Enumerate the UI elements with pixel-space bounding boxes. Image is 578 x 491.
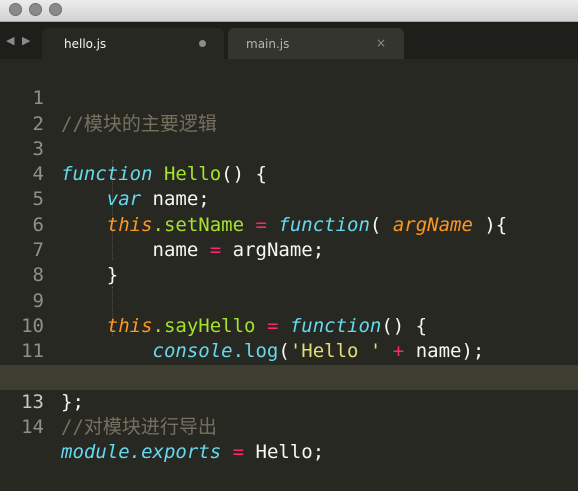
tab-main-js[interactable]: main.js × (228, 28, 404, 59)
tab-label: hello.js (64, 37, 107, 51)
tab-label: main.js (246, 37, 290, 51)
code-line-11: 11 }; (0, 314, 578, 387)
comment: //对模块进行导出 (61, 416, 217, 439)
code-line-6: 6 name = argName; (0, 188, 578, 261)
close-window-button[interactable] (9, 3, 22, 16)
line-number: 14 (21, 416, 44, 439)
tab-hello-js[interactable]: hello.js (42, 28, 224, 59)
minimize-window-button[interactable] (29, 3, 42, 16)
code-line-8: 8 (0, 238, 578, 286)
tab-bar: ◀ ▶ hello.js main.js × (0, 22, 578, 59)
unsaved-dot-icon[interactable] (199, 40, 206, 47)
code-line-4: 4 var name; (0, 137, 578, 210)
zoom-window-button[interactable] (49, 3, 62, 16)
code-line-5: 5 this.setName = function( argName ){ (0, 162, 578, 235)
code-line-7: 7 } (0, 213, 578, 286)
code-line-9: 9 this.sayHello = function() { (0, 263, 578, 337)
code-editor[interactable]: 1 //模块的主要逻辑 2 3 function Hello() { 4 var… (0, 59, 578, 463)
code-line-13-current: 13 //对模块进行导出 (0, 364, 578, 438)
code-line-1: 1 //模块的主要逻辑 (0, 61, 578, 134)
property-name: .exports (129, 441, 222, 464)
object-name: module (61, 441, 130, 464)
code-line-14: 14 module.exports = Hello; (0, 390, 578, 463)
code-line-2: 2 (0, 86, 578, 135)
forward-arrow-icon[interactable]: ▶ (22, 34, 30, 47)
window-titlebar (0, 0, 578, 22)
close-tab-icon[interactable]: × (376, 36, 386, 50)
code-line-10: 10 console.log('Hello ' + name); (0, 289, 578, 362)
code-text: Hello; (255, 441, 325, 464)
code-line-3: 3 function Hello() { (0, 112, 578, 185)
operator: = (232, 441, 245, 464)
back-arrow-icon[interactable]: ◀ (6, 34, 14, 47)
code-line-12: 12 }; (0, 339, 578, 413)
